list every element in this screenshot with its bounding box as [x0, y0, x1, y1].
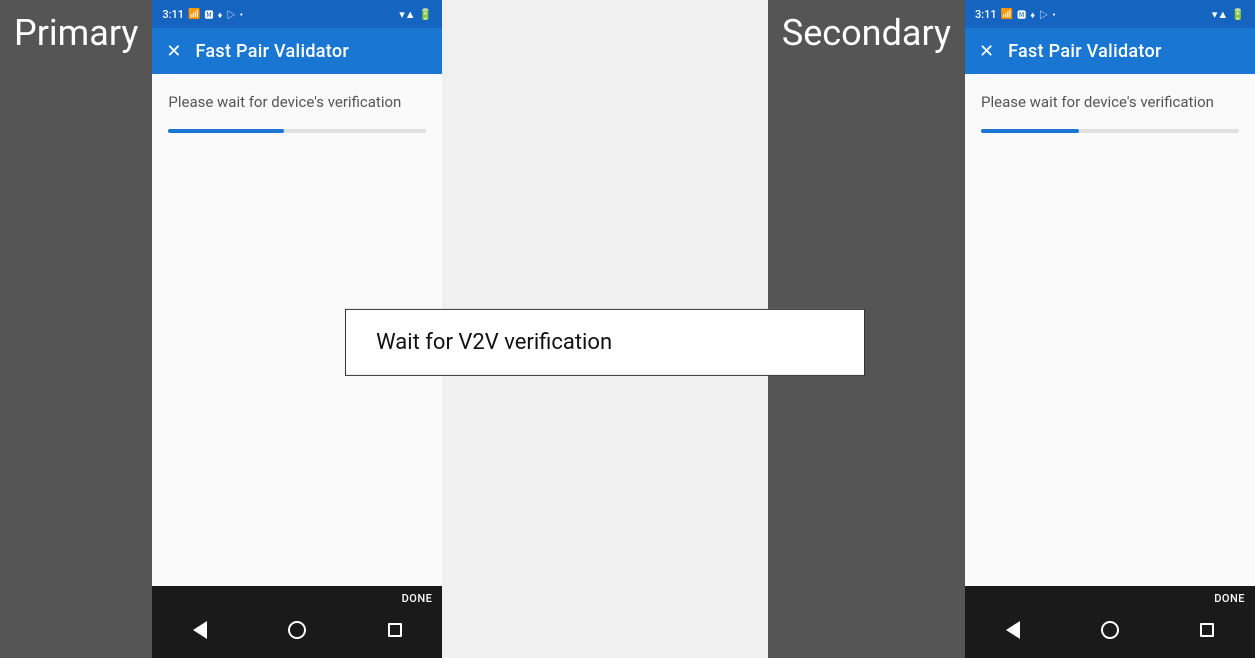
secondary-signal-icon: 📶 — [1001, 9, 1013, 20]
battery-icon: 🔋 — [419, 8, 433, 21]
v2v-text: Wait for V2V verification — [376, 330, 612, 355]
secondary-progress-fill — [981, 129, 1079, 133]
primary-progress-container — [168, 129, 426, 133]
primary-bottom-bar: DONE — [152, 586, 442, 658]
v2v-box: Wait for V2V verification — [345, 309, 865, 376]
secondary-verification-text: Please wait for device's verification — [981, 92, 1239, 113]
primary-progress-fill — [168, 129, 284, 133]
secondary-time: 3:11 — [975, 8, 997, 21]
secondary-done-label[interactable]: DONE — [965, 586, 1255, 607]
secondary-back-button[interactable] — [1006, 621, 1020, 639]
primary-app-bar: ✕ Fast Pair Validator — [152, 28, 442, 74]
secondary-battery-icon: 🔋 — [1231, 8, 1245, 21]
secondary-phone: 3:11 📶 🅼 ♦ ▷ • ▾▲ 🔋 ✕ Fast Pair Validato… — [965, 0, 1255, 658]
status-icons: 🅼 ♦ ▷ • — [204, 8, 243, 21]
primary-label: Primary — [0, 0, 152, 658]
primary-status-right: ▾▲ 🔋 — [399, 8, 432, 21]
middle-space: Wait for V2V verification — [442, 0, 767, 658]
secondary-home-button[interactable] — [1101, 621, 1119, 639]
secondary-back-arrow-icon — [1006, 621, 1020, 639]
secondary-nav-buttons — [965, 607, 1255, 658]
secondary-close-icon[interactable]: ✕ — [979, 41, 994, 62]
secondary-app-bar: ✕ Fast Pair Validator — [965, 28, 1255, 74]
primary-nav-buttons — [152, 607, 442, 658]
primary-verification-text: Please wait for device's verification — [168, 92, 426, 113]
primary-status-left: 3:11 📶 🅼 ♦ ▷ • — [162, 8, 244, 21]
home-circle-icon — [288, 621, 306, 639]
secondary-wifi-icon: ▾▲ — [1212, 8, 1228, 21]
secondary-status-left: 3:11 📶 🅼 ♦ ▷ • — [975, 8, 1057, 21]
secondary-recents-square-icon — [1200, 623, 1214, 637]
primary-recents-button[interactable] — [388, 623, 402, 637]
primary-done-label[interactable]: DONE — [152, 586, 442, 607]
primary-close-icon[interactable]: ✕ — [166, 41, 181, 62]
primary-status-bar: 3:11 📶 🅼 ♦ ▷ • ▾▲ 🔋 — [152, 0, 442, 28]
secondary-status-right: ▾▲ 🔋 — [1212, 8, 1245, 21]
secondary-home-circle-icon — [1101, 621, 1119, 639]
secondary-status-bar: 3:11 📶 🅼 ♦ ▷ • ▾▲ 🔋 — [965, 0, 1255, 28]
primary-back-button[interactable] — [193, 621, 207, 639]
secondary-app-title: Fast Pair Validator — [1008, 41, 1162, 62]
secondary-content: Please wait for device's verification — [965, 74, 1255, 586]
primary-time: 3:11 — [162, 8, 184, 21]
recents-square-icon — [388, 623, 402, 637]
secondary-recents-button[interactable] — [1200, 623, 1214, 637]
secondary-progress-container — [981, 129, 1239, 133]
back-arrow-icon — [193, 621, 207, 639]
main-container: Primary 3:11 📶 🅼 ♦ ▷ • ▾▲ 🔋 ✕ Fast Pair … — [0, 0, 1255, 658]
secondary-status-icons: 🅼 ♦ ▷ • — [1017, 8, 1056, 21]
secondary-bottom-bar: DONE — [965, 586, 1255, 658]
primary-home-button[interactable] — [288, 621, 306, 639]
v2v-overlay: Wait for V2V verification — [345, 309, 865, 376]
wifi-icon: ▾▲ — [399, 8, 415, 21]
primary-app-title: Fast Pair Validator — [195, 41, 349, 62]
signal-icon-1: 📶 — [188, 9, 200, 20]
